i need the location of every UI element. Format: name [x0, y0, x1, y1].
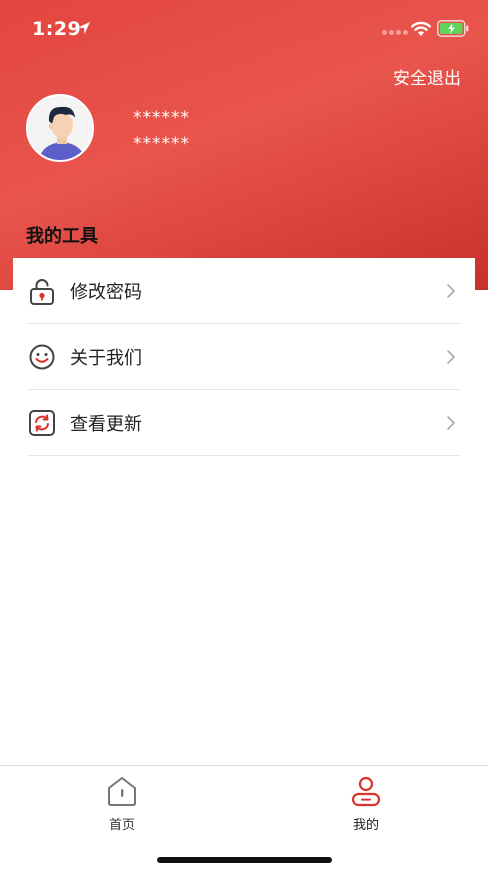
smile-icon [29, 344, 55, 369]
profile-header: 1:29 安全退出 ****** ****** 我的工具 [0, 0, 488, 290]
chevron-right-icon [447, 283, 455, 298]
refresh-icon [29, 409, 55, 436]
username-text: ****** [133, 108, 190, 128]
chevron-right-icon [447, 415, 455, 430]
avatar[interactable] [26, 94, 94, 162]
status-bar: 1:29 [0, 0, 488, 60]
user-id-text: ****** [133, 134, 190, 154]
tab-home[interactable]: 首页 [82, 774, 162, 834]
menu-item-label: 查看更新 [70, 413, 142, 435]
menu-item-change-password[interactable]: 修改密码 [28, 258, 460, 324]
signal-icon [382, 30, 408, 35]
menu-item-check-update[interactable]: 查看更新 [28, 390, 460, 456]
menu-item-label: 关于我们 [70, 347, 142, 369]
section-title: 我的工具 [26, 226, 98, 247]
tab-label: 首页 [108, 818, 135, 833]
lock-icon [30, 278, 54, 305]
wifi-icon [411, 21, 431, 36]
status-time: 1:29 [32, 18, 82, 40]
tab-mine[interactable]: 我的 [326, 774, 406, 834]
user-icon [351, 776, 381, 807]
menu-item-label: 修改密码 [70, 281, 142, 303]
home-icon [108, 777, 136, 806]
home-indicator [157, 857, 332, 863]
location-arrow-icon [78, 22, 90, 34]
chevron-right-icon [447, 349, 455, 364]
battery-charging-icon [437, 20, 469, 37]
tools-card: 修改密码 关于我们 查看更新 [13, 258, 475, 458]
avatar-illustration [28, 96, 92, 160]
menu-item-about-us[interactable]: 关于我们 [28, 324, 460, 390]
logout-button[interactable]: 安全退出 [393, 64, 461, 89]
tab-label: 我的 [352, 818, 379, 833]
